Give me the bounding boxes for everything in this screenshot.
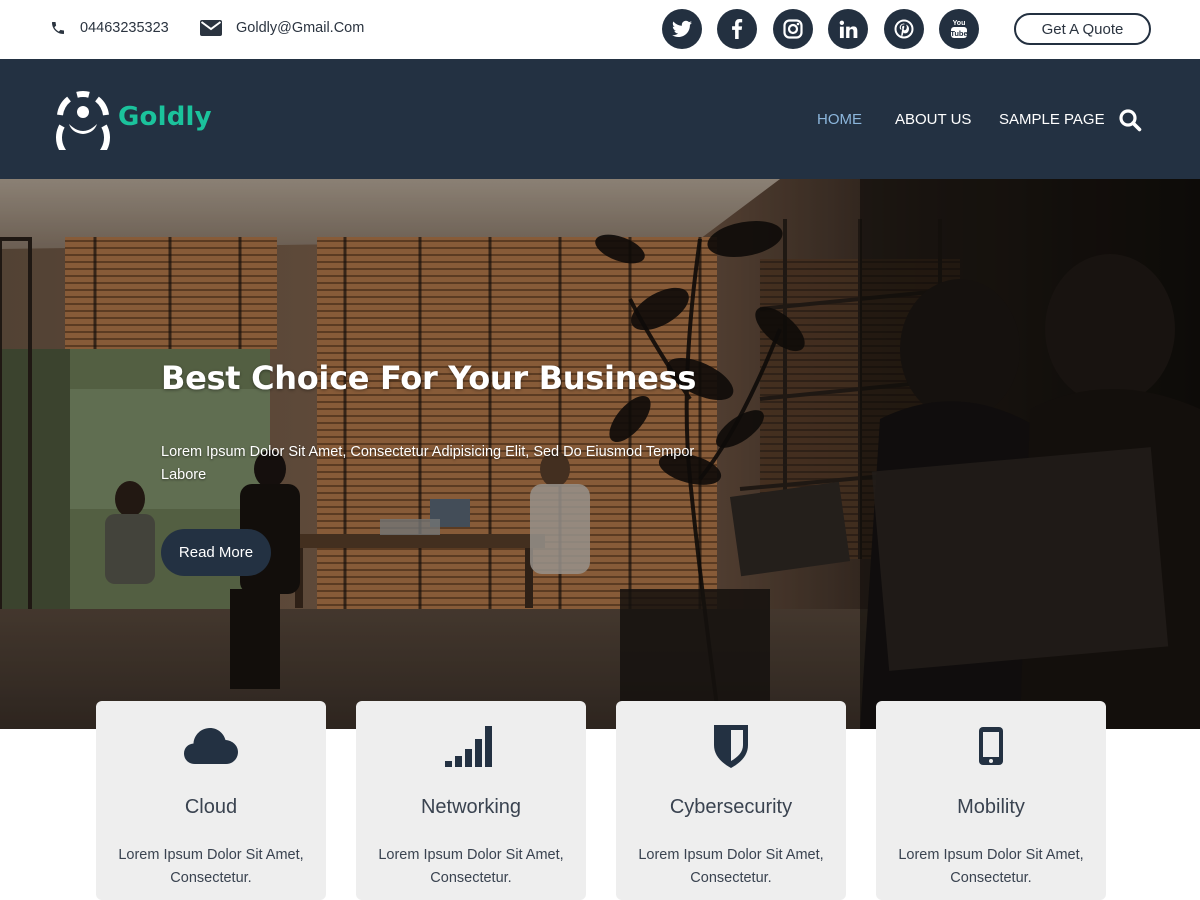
pinterest-icon xyxy=(894,19,914,39)
pinterest-link[interactable] xyxy=(884,9,924,49)
signal-bars-icon xyxy=(445,726,492,767)
nav-sample-page[interactable]: SAMPLE PAGE xyxy=(999,111,1105,128)
envelope-icon xyxy=(200,20,222,36)
service-card-cybersecurity[interactable]: Cybersecurity Lorem Ipsum Dolor Sit Amet… xyxy=(616,701,846,900)
site-header: Goldly HOME ABOUT US SAMPLE PAGE xyxy=(0,59,1200,179)
service-title: Networking xyxy=(420,796,522,818)
service-description: Lorem Ipsum Dolor Sit Amet, Consectetur. xyxy=(118,847,304,886)
service-title: Mobility xyxy=(957,796,1025,818)
nav-about-us[interactable]: ABOUT US xyxy=(895,111,971,128)
facebook-link[interactable] xyxy=(717,9,757,49)
logo-text[interactable]: Goldly xyxy=(118,102,212,132)
service-title: Cybersecurity xyxy=(669,796,793,818)
cloud-icon xyxy=(184,728,238,764)
instagram-link[interactable] xyxy=(773,9,813,49)
hero-banner: Best Choice For Your Business Lorem Ipsu… xyxy=(0,179,1200,729)
nav-home[interactable]: HOME xyxy=(817,111,862,128)
phone-contact[interactable]: 04463235323 xyxy=(50,20,169,36)
phone-icon xyxy=(52,22,64,34)
twitter-icon xyxy=(672,20,692,37)
email-address: Goldly@Gmail.Com xyxy=(236,20,365,36)
shield-icon xyxy=(714,725,748,768)
youtube-icon: You Tube xyxy=(950,20,968,38)
instagram-icon xyxy=(783,19,803,39)
service-description: Lorem Ipsum Dolor Sit Amet, Consectetur. xyxy=(898,847,1084,886)
svg-text:You: You xyxy=(953,20,966,27)
facebook-icon xyxy=(732,19,743,39)
service-card-cloud[interactable]: Cloud Lorem Ipsum Dolor Sit Amet, Consec… xyxy=(96,701,326,900)
phone-number: 04463235323 xyxy=(80,20,169,36)
search-icon[interactable] xyxy=(1118,108,1142,132)
linkedin-link[interactable] xyxy=(828,9,868,49)
email-contact[interactable]: Goldly@Gmail.Com xyxy=(200,20,364,36)
read-more-button[interactable]: Read More xyxy=(161,529,271,576)
service-card-mobility[interactable]: Mobility Lorem Ipsum Dolor Sit Amet, Con… xyxy=(876,701,1106,900)
service-description: Lorem Ipsum Dolor Sit Amet, Consectetur. xyxy=(638,847,824,886)
service-title: Cloud xyxy=(184,796,238,818)
hero-title: Best Choice For Your Business xyxy=(161,359,697,397)
service-description: Lorem Ipsum Dolor Sit Amet, Consectetur. xyxy=(378,847,564,886)
top-bar: 04463235323 Goldly@Gmail.Com You Tube Get… xyxy=(0,0,1200,59)
twitter-link[interactable] xyxy=(662,9,702,49)
svg-text:Tube: Tube xyxy=(950,29,967,38)
mobile-icon xyxy=(979,727,1003,765)
goldly-logo-icon[interactable] xyxy=(52,88,114,150)
hero-subtitle: Lorem Ipsum Dolor Sit Amet, Consectetur … xyxy=(161,444,695,483)
linkedin-icon xyxy=(839,20,857,38)
youtube-link[interactable]: You Tube xyxy=(939,9,979,49)
service-card-networking[interactable]: Networking Lorem Ipsum Dolor Sit Amet, C… xyxy=(356,701,586,900)
get-a-quote-button[interactable]: Get A Quote xyxy=(1014,13,1151,45)
